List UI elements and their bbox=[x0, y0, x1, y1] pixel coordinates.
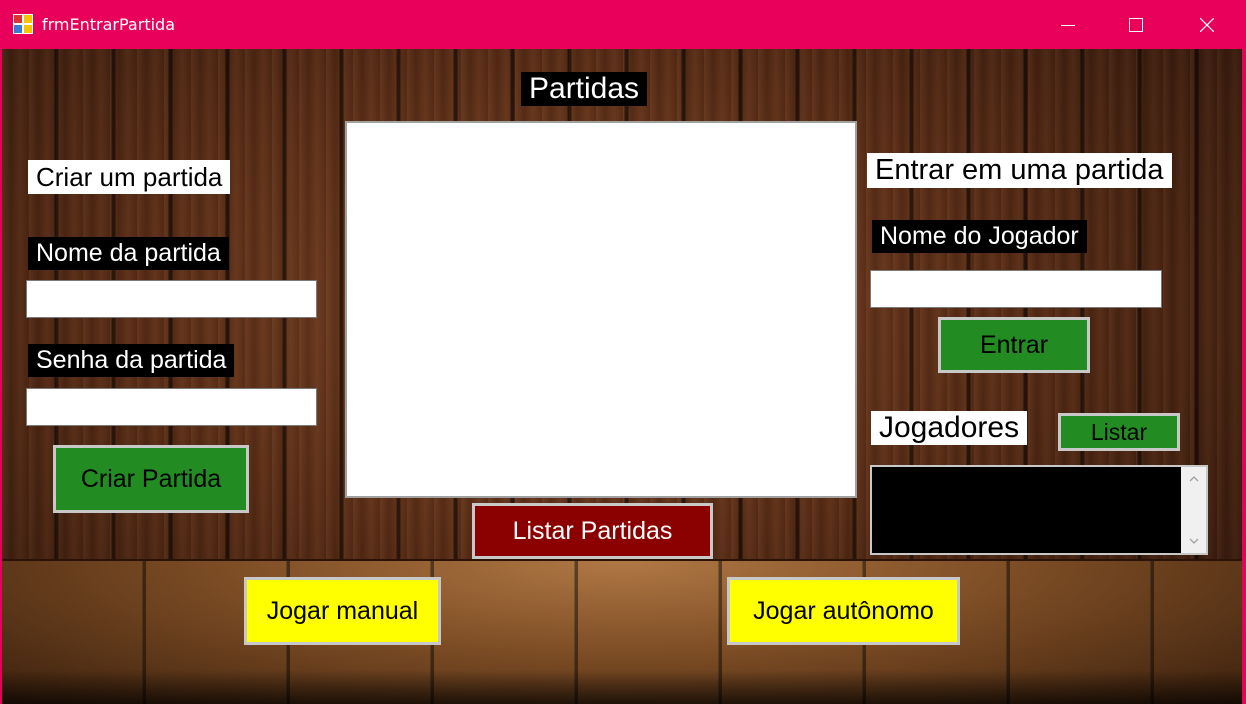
players-heading: Jogadores bbox=[871, 411, 1028, 445]
enter-button[interactable]: Entrar bbox=[938, 317, 1090, 373]
list-matches-button[interactable]: Listar Partidas bbox=[472, 503, 713, 559]
play-autonomous-button[interactable]: Jogar autônomo bbox=[727, 577, 960, 645]
create-match-button[interactable]: Criar Partida bbox=[53, 445, 249, 513]
create-heading: Criar um partida bbox=[28, 160, 231, 194]
minimize-icon bbox=[1061, 24, 1075, 26]
list-players-button[interactable]: Listar bbox=[1058, 413, 1180, 451]
players-scrollbar[interactable] bbox=[1181, 467, 1206, 553]
app-icon bbox=[13, 14, 33, 34]
players-textbox[interactable] bbox=[870, 465, 1208, 555]
maximize-button[interactable] bbox=[1113, 0, 1159, 49]
match-name-label: Nome da partida bbox=[28, 237, 229, 270]
form-body: Criar um partida Nome da partida Senha d… bbox=[2, 49, 1242, 704]
join-heading: Entrar em uma partida bbox=[867, 153, 1172, 188]
minimize-button[interactable] bbox=[1045, 0, 1091, 49]
match-password-label: Senha da partida bbox=[28, 344, 235, 377]
close-button[interactable] bbox=[1184, 0, 1230, 49]
app-window: frmEntrarPartida Criar um partida Nome d… bbox=[0, 0, 1246, 704]
match-password-input[interactable] bbox=[26, 388, 317, 426]
play-manual-button[interactable]: Jogar manual bbox=[244, 577, 441, 645]
maximize-icon bbox=[1129, 17, 1143, 32]
window-title: frmEntrarPartida bbox=[42, 15, 175, 34]
scroll-up-icon bbox=[1189, 476, 1198, 482]
matches-heading: Partidas bbox=[521, 72, 648, 106]
scroll-down-button[interactable] bbox=[1181, 531, 1206, 551]
scroll-up-button[interactable] bbox=[1181, 469, 1206, 489]
matches-listbox[interactable] bbox=[345, 121, 857, 498]
close-icon bbox=[1200, 17, 1214, 32]
wood-floor-background bbox=[2, 559, 1242, 704]
player-name-input[interactable] bbox=[870, 270, 1162, 308]
scroll-down-icon bbox=[1189, 538, 1198, 544]
player-name-label: Nome do Jogador bbox=[872, 220, 1087, 253]
match-name-input[interactable] bbox=[26, 280, 317, 318]
title-bar[interactable]: frmEntrarPartida bbox=[0, 0, 1246, 49]
